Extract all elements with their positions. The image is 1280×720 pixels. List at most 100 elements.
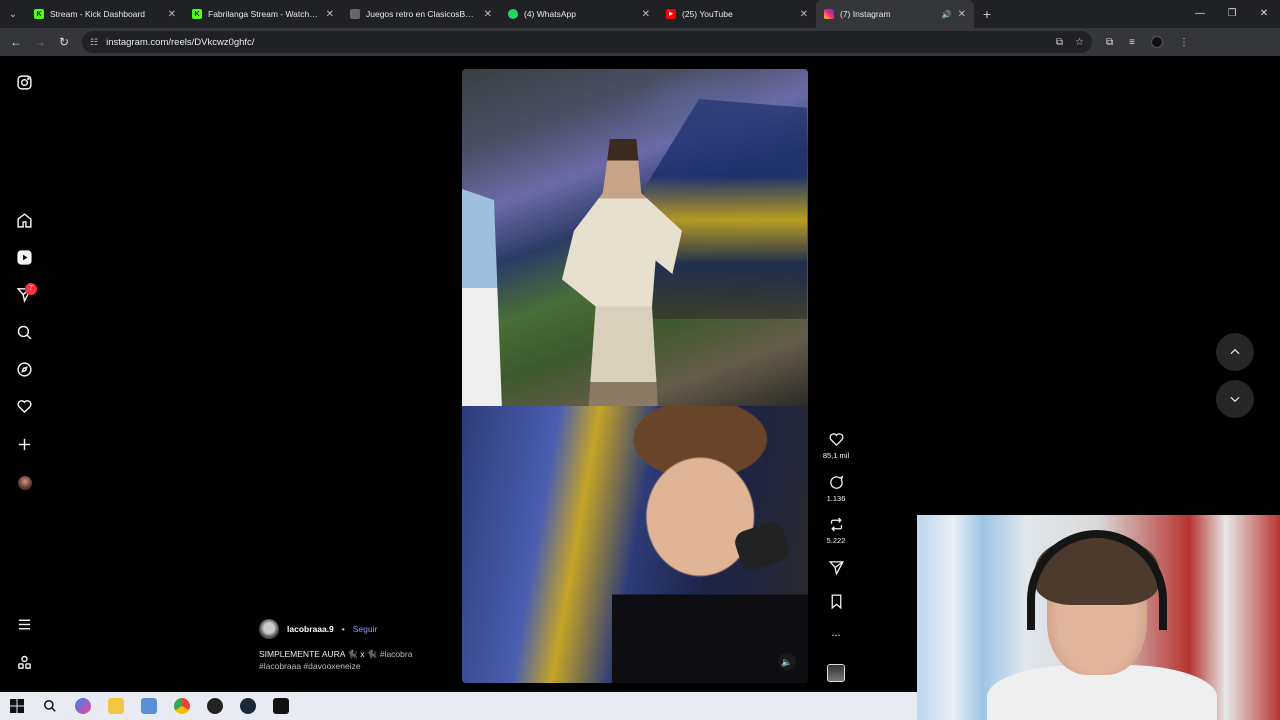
share-icon <box>828 561 844 576</box>
install-app-icon[interactable]: ⧉ <box>1056 37 1063 48</box>
tab-kick-dashboard[interactable]: K Stream - Kick Dashboard ✕ <box>26 0 184 28</box>
tab-title: (25) YouTube <box>682 9 733 19</box>
reels-icon[interactable] <box>14 247 34 267</box>
tab-search-icon[interactable]: ⌄ <box>0 0 26 28</box>
avatar[interactable] <box>259 619 279 639</box>
retro-games-icon <box>350 9 360 19</box>
audio-thumbnail[interactable] <box>827 664 845 682</box>
window-controls: — ❐ ✕ <box>1184 0 1280 28</box>
close-icon[interactable]: ✕ <box>958 9 966 20</box>
follow-button[interactable]: Seguir <box>353 624 378 634</box>
like-button[interactable]: 85,1 mil <box>818 431 854 460</box>
whatsapp-icon <box>508 9 518 19</box>
browser-tab-bar: ⌄ K Stream - Kick Dashboard ✕ K Fabrilan… <box>0 0 1280 28</box>
close-icon[interactable]: ✕ <box>326 9 334 20</box>
save-button[interactable] <box>818 593 854 610</box>
webcam-overlay <box>917 515 1280 720</box>
taskbar-app-icon[interactable] <box>132 692 165 720</box>
left-sidebar: 7 <box>0 56 48 692</box>
caption-text: SIMPLEMENTE AURA 🐈‍⬛ x 🐈‍⬛ #lacobra #lac… <box>259 648 459 672</box>
tab-whatsapp[interactable]: (4) WhatsApp ✕ <box>500 0 658 28</box>
forward-icon[interactable]: → <box>28 35 52 49</box>
back-icon[interactable]: ← <box>4 35 28 49</box>
tab-title: Stream - Kick Dashboard <box>50 9 145 19</box>
heart-icon <box>829 433 843 447</box>
close-icon[interactable]: ✕ <box>800 9 808 20</box>
restore-icon[interactable]: ❐ <box>1216 0 1248 28</box>
explore-icon[interactable] <box>14 359 34 379</box>
repost-icon <box>830 517 842 532</box>
comment-button[interactable]: 1.136 <box>818 474 854 503</box>
close-icon[interactable]: ✕ <box>484 9 492 20</box>
caption-main: SIMPLEMENTE AURA 🐈‍⬛ x 🐈‍⬛ <box>259 649 378 659</box>
close-window-icon[interactable]: ✕ <box>1248 0 1280 28</box>
previous-reel-button[interactable] <box>1216 333 1254 371</box>
more-icon: ... <box>831 627 841 639</box>
tab-title: Juegos retro en ClasicosBasicos <box>366 9 478 19</box>
repost-count: 5.222 <box>826 536 846 545</box>
person-left <box>462 189 502 409</box>
tab-fabrilanga-stream[interactable]: K Fabrilanga Stream - Watch Live ✕ <box>184 0 342 28</box>
reel-video-bottom-frame <box>462 406 808 683</box>
meta-icon[interactable] <box>14 652 34 672</box>
repost-button[interactable]: 5.222 <box>818 516 854 545</box>
extensions-icon[interactable]: ⧉ <box>1106 37 1113 48</box>
bookmark-icon <box>831 594 841 610</box>
chevron-down-icon <box>1230 396 1240 403</box>
address-toolbar: ← → ↻ ☷ instagram.com/reels/DVkcwz0ghfc/… <box>0 28 1280 56</box>
reel-video-top-frame <box>462 69 808 409</box>
url-text: instagram.com/reels/DVkcwz0ghfc/ <box>106 36 255 48</box>
browser-menu-icon[interactable]: ⋮ <box>1179 37 1189 48</box>
windows-start-icon[interactable] <box>0 692 33 720</box>
more-options-button[interactable]: ... <box>818 624 854 639</box>
profile-icon[interactable] <box>18 476 32 490</box>
tab-title: (4) WhatsApp <box>524 9 576 19</box>
hashtag-link[interactable]: #lacobra <box>380 649 413 659</box>
menu-icon[interactable] <box>14 614 34 634</box>
instagram-logo-icon[interactable] <box>14 72 34 92</box>
close-icon[interactable]: ✕ <box>168 9 176 20</box>
reel-caption: lacobraaa.9 • Seguir SIMPLEMENTE AURA 🐈‍… <box>259 619 459 672</box>
speaker-icon[interactable]: 🔈 <box>778 653 796 671</box>
separator-dot: • <box>341 624 345 634</box>
home-icon[interactable] <box>14 210 34 230</box>
search-icon[interactable] <box>14 322 34 342</box>
notifications-icon[interactable] <box>14 396 34 416</box>
next-reel-button[interactable] <box>1216 380 1254 418</box>
reel-video[interactable]: 🔈 <box>462 69 808 683</box>
notification-badge: 7 <box>25 283 37 295</box>
address-bar[interactable]: ☷ instagram.com/reels/DVkcwz0ghfc/ ⧉ ☆ <box>82 31 1092 53</box>
profile-avatar-icon[interactable] <box>1150 36 1163 48</box>
share-button[interactable] <box>818 559 854 576</box>
headset <box>1027 530 1167 630</box>
taskbar-chrome-icon[interactable] <box>165 692 198 720</box>
tab-title: (7) Instagram <box>840 9 891 19</box>
create-icon[interactable] <box>14 434 34 454</box>
kick-icon: K <box>192 9 202 19</box>
comment-count: 1.136 <box>826 494 846 503</box>
windows-taskbar <box>0 692 917 720</box>
taskbar-copilot-icon[interactable] <box>66 692 99 720</box>
tab-instagram[interactable]: (7) Instagram 🔊 ✕ <box>816 0 974 28</box>
new-tab-button[interactable]: + <box>974 6 1000 22</box>
taskbar-file-explorer-icon[interactable] <box>99 692 132 720</box>
taskbar-app-dark-icon[interactable] <box>264 692 297 720</box>
hashtag-link[interactable]: #lacobraaa #davooxeneize <box>259 661 361 671</box>
site-info-icon[interactable]: ☷ <box>90 37 98 48</box>
youtube-icon: ▶ <box>666 9 676 19</box>
instagram-icon <box>824 9 834 19</box>
bookmark-star-icon[interactable]: ☆ <box>1075 37 1084 48</box>
tab-juegos-retro[interactable]: Juegos retro en ClasicosBasicos ✕ <box>342 0 500 28</box>
like-count: 85,1 mil <box>822 451 850 460</box>
media-control-icon[interactable]: ≡ <box>1129 37 1135 48</box>
close-icon[interactable]: ✕ <box>642 9 650 20</box>
taskbar-steam-icon[interactable] <box>231 692 264 720</box>
taskbar-search-icon[interactable] <box>33 692 66 720</box>
comment-icon <box>829 475 843 489</box>
speaker-icon[interactable]: 🔊 <box>942 10 952 19</box>
reload-icon[interactable]: ↻ <box>52 35 76 49</box>
tab-youtube[interactable]: ▶ (25) YouTube ✕ <box>658 0 816 28</box>
minimize-icon[interactable]: — <box>1184 0 1216 28</box>
username-link[interactable]: lacobraaa.9 <box>287 624 334 634</box>
taskbar-obs-icon[interactable] <box>198 692 231 720</box>
